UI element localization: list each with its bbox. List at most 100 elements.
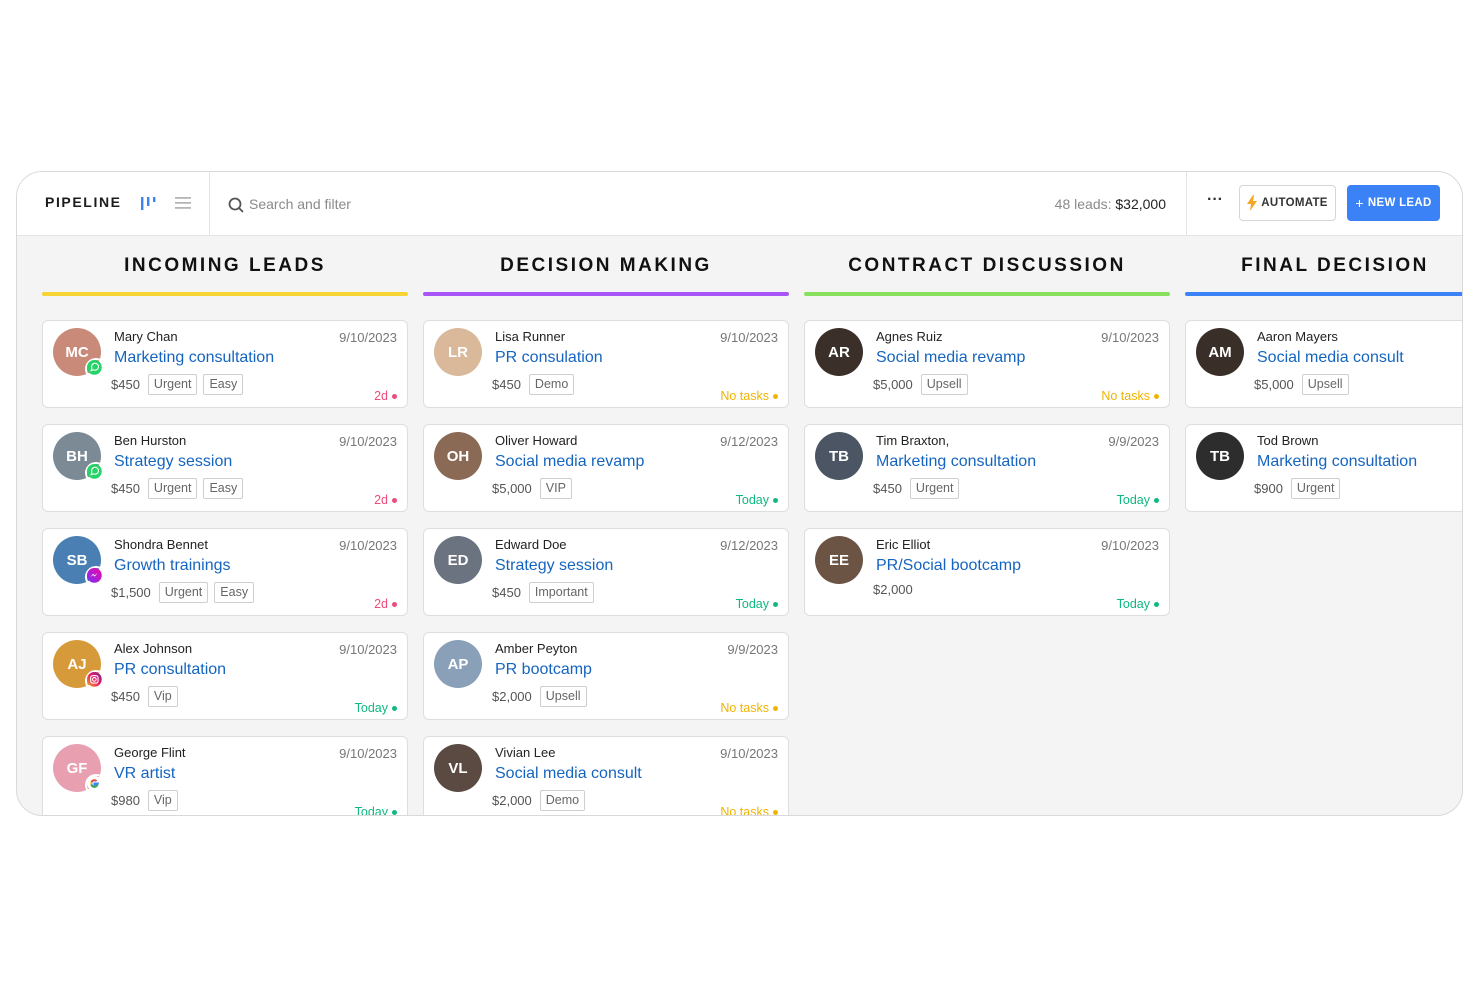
lead-tag[interactable]: Demo <box>528 374 575 395</box>
lead-tag[interactable]: Upsell <box>1301 374 1349 395</box>
lead-card[interactable]: TB Tod Brown Marketing consultation $900 Urg… <box>1185 424 1462 512</box>
lead-title-link[interactable]: Social media revamp <box>876 349 1025 367</box>
google-icon <box>85 774 107 796</box>
lead-tag[interactable]: Vip <box>147 790 178 811</box>
lead-title-link[interactable]: PR bootcamp <box>495 661 592 679</box>
column-color-bar <box>1185 292 1462 296</box>
new-lead-label: NEW LEAD <box>1367 197 1432 209</box>
card-list: LR Lisa Runner 9/10/2023 PR consulation $450… <box>423 320 789 815</box>
lead-title-link[interactable]: PR consultation <box>114 661 226 679</box>
lead-card[interactable]: VL Vivian Lee 9/10/2023 Social media consul… <box>423 736 789 815</box>
lead-meta: $2,000 Upsell <box>492 686 587 707</box>
lead-tag[interactable]: Important <box>528 582 594 603</box>
lead-title-link[interactable]: Marketing consultation <box>876 453 1036 471</box>
lead-card[interactable]: AR Agnes Ruiz 9/10/2023 Social media revamp… <box>804 320 1170 408</box>
lead-tag[interactable]: VIP <box>539 478 572 499</box>
task-status-label: Today <box>735 493 769 507</box>
lead-tag[interactable]: Urgent <box>147 478 198 499</box>
lead-date: 9/10/2023 <box>720 746 778 761</box>
lead-card[interactable]: ED Edward Doe 9/12/2023 Strategy session $45… <box>423 528 789 616</box>
lead-tag[interactable]: Easy <box>214 582 255 603</box>
kanban-view-icon[interactable] <box>139 194 157 212</box>
lead-tag[interactable]: Urgent <box>1290 478 1341 499</box>
lead-title-link[interactable]: Marketing consultation <box>114 349 274 367</box>
automate-label: AUTOMATE <box>1261 197 1328 209</box>
lead-date: 9/10/2023 <box>339 642 397 657</box>
lead-date: 9/10/2023 <box>339 538 397 553</box>
lead-tag[interactable]: Urgent <box>147 374 198 395</box>
pipeline-column: DECISION MAKING LR Lisa Runner 9/10/2023 PR … <box>423 235 789 815</box>
lead-price: $2,000 <box>492 689 532 704</box>
lead-card[interactable]: EE Eric Elliot 9/10/2023 PR/Social bootcamp… <box>804 528 1170 616</box>
lead-meta: $900 Urgent <box>1254 478 1341 499</box>
lead-tag[interactable]: Easy <box>203 374 244 395</box>
lead-title-link[interactable]: Strategy session <box>114 453 232 471</box>
lead-title-link[interactable]: PR/Social bootcamp <box>876 557 1021 575</box>
task-status: 2d <box>374 597 397 611</box>
lead-meta: $2,000 Demo <box>492 790 586 811</box>
avatar-image: TB <box>815 432 863 480</box>
contact-name: Mary Chan <box>114 329 178 344</box>
search-input[interactable] <box>249 190 649 218</box>
status-dot <box>773 497 778 503</box>
lead-tag[interactable]: Upsell <box>539 686 587 707</box>
avatar: MC <box>53 328 107 380</box>
status-dot <box>392 705 397 711</box>
lead-card[interactable]: AP Amber Peyton 9/9/2023 PR bootcamp $2,000 U… <box>423 632 789 720</box>
lead-title-link[interactable]: Marketing consultation <box>1257 453 1417 471</box>
app-window: PIPELINE 48 leads: $32,000 ··· <box>16 171 1463 816</box>
lead-title-link[interactable]: PR consulation <box>495 349 603 367</box>
lead-title-link[interactable]: Growth trainings <box>114 557 231 575</box>
avatar: SB <box>53 536 107 588</box>
new-lead-button[interactable]: + NEW LEAD <box>1347 185 1440 221</box>
lead-meta: $450 Urgent Easy <box>111 478 244 499</box>
toolbar-divider <box>1186 172 1187 235</box>
task-status: Today <box>736 597 778 611</box>
lead-tag[interactable]: Urgent <box>158 582 209 603</box>
column-title: CONTRACT DISCUSSION <box>848 255 1126 276</box>
task-status-label: 2d <box>374 389 388 403</box>
contact-name: Tim Braxton, <box>876 433 950 448</box>
more-options-button[interactable]: ··· <box>1203 192 1227 212</box>
lead-date: 9/10/2023 <box>339 330 397 345</box>
contact-name: Ben Hurston <box>114 433 187 448</box>
pipeline-column: FINAL DECISION AM Aaron Mayers Social media… <box>1185 235 1462 528</box>
pipeline-column: CONTRACT DISCUSSION AR Agnes Ruiz 9/10/2023… <box>804 235 1170 632</box>
task-status: Today <box>1117 597 1159 611</box>
lead-card[interactable]: BH Ben Hurston 9/10/2023 Strategy session $4… <box>42 424 408 512</box>
lead-date: 9/12/2023 <box>720 538 778 553</box>
lead-card[interactable]: OH Oliver Howard 9/12/2023 Social media rev… <box>423 424 789 512</box>
lead-tag[interactable]: Vip <box>147 686 178 707</box>
status-dot <box>392 809 397 815</box>
lead-tag[interactable]: Urgent <box>909 478 960 499</box>
lead-card[interactable]: AM Aaron Mayers Social media consult $5,000… <box>1185 320 1462 408</box>
search-icon <box>228 197 244 213</box>
column-title: DECISION MAKING <box>500 255 712 276</box>
lead-tag[interactable]: Demo <box>539 790 586 811</box>
lead-card[interactable]: MC Mary Chan 9/10/2023 Marketing consultati… <box>42 320 408 408</box>
lead-title-link[interactable]: Social media revamp <box>495 453 644 471</box>
lead-card[interactable]: TB Tim Braxton, 9/9/2023 Marketing consulta… <box>804 424 1170 512</box>
lead-card[interactable]: AJ Alex Johnson 9/10/2023 PR consultation $4… <box>42 632 408 720</box>
lead-tag[interactable]: Upsell <box>920 374 968 395</box>
lead-title-link[interactable]: Social media consult <box>1257 349 1404 367</box>
contact-name: Edward Doe <box>495 537 567 552</box>
task-status-label: No tasks <box>720 389 769 403</box>
automate-button[interactable]: AUTOMATE <box>1239 185 1336 221</box>
lead-meta: $450 Urgent Easy <box>111 374 244 395</box>
list-view-icon[interactable] <box>174 194 192 212</box>
lead-title-link[interactable]: VR artist <box>114 765 175 783</box>
lead-card[interactable]: LR Lisa Runner 9/10/2023 PR consulation $450… <box>423 320 789 408</box>
lead-date: 9/9/2023 <box>1108 434 1159 449</box>
lead-title-link[interactable]: Strategy session <box>495 557 613 575</box>
lead-date: 9/9/2023 <box>727 642 778 657</box>
lead-card[interactable]: GF George Flint 9/10/2023 VR artist $980 Vip T… <box>42 736 408 815</box>
lead-date: 9/10/2023 <box>720 330 778 345</box>
lead-meta: $450 Demo <box>492 374 575 395</box>
status-dot <box>773 393 778 399</box>
lead-title-link[interactable]: Social media consult <box>495 765 642 783</box>
column-title: INCOMING LEADS <box>124 255 326 276</box>
lead-card[interactable]: SB Shondra Bennet 9/10/2023 Growth training… <box>42 528 408 616</box>
contact-name: Vivian Lee <box>495 745 556 760</box>
lead-tag[interactable]: Easy <box>203 478 244 499</box>
